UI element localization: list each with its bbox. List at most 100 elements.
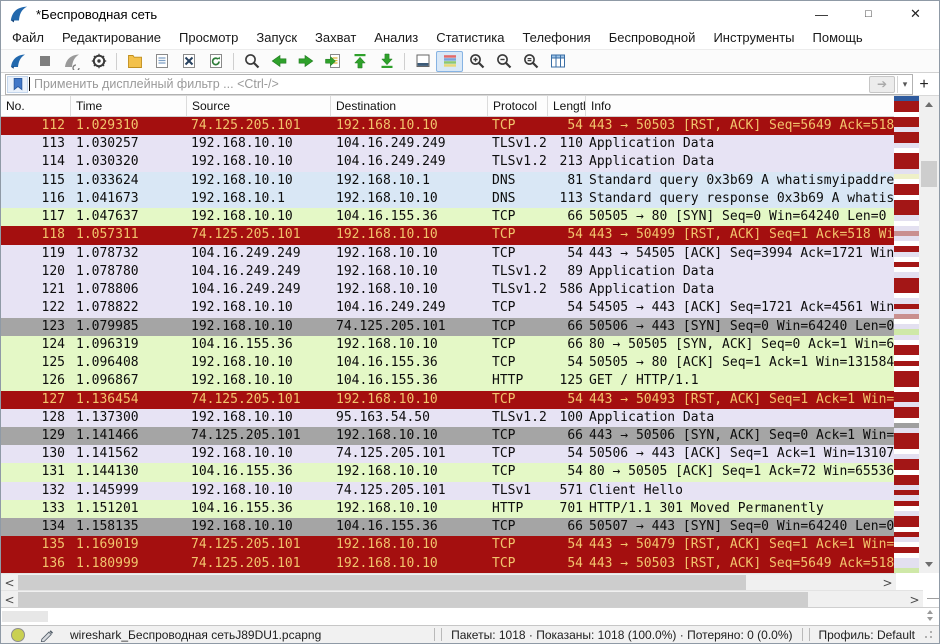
horizontal-scroll-thumb-2[interactable]: [18, 592, 808, 607]
packet-row[interactable]: 1321.145999192.168.10.1074.125.205.101TL…: [1, 482, 894, 500]
maximize-button[interactable]: □: [845, 1, 892, 27]
restart-capture-button[interactable]: [58, 51, 85, 72]
cell-protocol: TCP: [492, 354, 547, 372]
packet-row[interactable]: 1291.14146674.125.205.101192.168.10.10TC…: [1, 427, 894, 445]
find-packet-button[interactable]: [238, 51, 265, 72]
cell-source: 104.16.249.249: [191, 281, 331, 299]
colorize-packets-button[interactable]: [436, 51, 463, 72]
menu-analyze[interactable]: Анализ: [365, 27, 427, 49]
minimize-button[interactable]: —: [798, 1, 845, 27]
resize-columns-button[interactable]: [544, 51, 571, 72]
cell-destination: 192.168.10.10: [336, 391, 486, 409]
apply-filter-button[interactable]: ➔: [869, 76, 895, 93]
menu-go[interactable]: Запуск: [247, 27, 306, 49]
horizontal-scrollbar-2[interactable]: < >: [1, 590, 923, 607]
packet-row[interactable]: 1351.16901974.125.205.101192.168.10.10TC…: [1, 536, 894, 554]
packet-row[interactable]: 1161.041673192.168.10.1192.168.10.10DNS1…: [1, 190, 894, 208]
packet-row[interactable]: 1131.030257192.168.10.10104.16.249.249TL…: [1, 135, 894, 153]
packet-row[interactable]: 1281.137300192.168.10.1095.163.54.50TLSv…: [1, 409, 894, 427]
scroll-down-arrow[interactable]: [919, 556, 939, 573]
filter-dropdown-caret[interactable]: ▾: [897, 76, 912, 93]
add-filter-button[interactable]: +: [913, 74, 935, 95]
menu-view[interactable]: Просмотр: [170, 27, 247, 49]
auto-scroll-icon: [414, 52, 432, 70]
stop-capture-button[interactable]: [31, 51, 58, 72]
column-header-protocol[interactable]: Protocol: [488, 96, 548, 116]
pane-spinner[interactable]: [927, 610, 933, 621]
vertical-scroll-thumb[interactable]: [921, 161, 937, 187]
column-header-time[interactable]: Time: [71, 96, 187, 116]
cell-source: 104.16.155.36: [191, 336, 331, 354]
horizontal-scroll-thumb-1[interactable]: [18, 575, 746, 590]
packet-row[interactable]: 1181.05731174.125.205.101192.168.10.10TC…: [1, 226, 894, 244]
reload-file-button[interactable]: [202, 51, 229, 72]
close-file-button[interactable]: [175, 51, 202, 72]
column-header-length[interactable]: Length: [548, 96, 586, 116]
zoom-in-button[interactable]: [463, 51, 490, 72]
packet-row[interactable]: 1251.096408192.168.10.10104.16.155.36TCP…: [1, 354, 894, 372]
packet-row[interactable]: 1191.078732104.16.249.249192.168.10.10TC…: [1, 245, 894, 263]
column-header-destination[interactable]: Destination: [331, 96, 488, 116]
packet-row[interactable]: 1311.144130104.16.155.36192.168.10.10TCP…: [1, 463, 894, 481]
menu-telephony[interactable]: Телефония: [513, 27, 599, 49]
capture-comment-icon[interactable]: [39, 627, 54, 642]
auto-scroll-button[interactable]: [409, 51, 436, 72]
profile-label[interactable]: Профиль: Default: [813, 628, 922, 642]
packet-row[interactable]: 1121.02931074.125.205.101192.168.10.10TC…: [1, 117, 894, 135]
scroll-right-arrow[interactable]: >: [879, 574, 896, 591]
display-filter-input[interactable]: Применить дисплейный фильтр ... <Ctrl-/>…: [5, 74, 913, 95]
packet-row[interactable]: 1261.096867192.168.10.10104.16.155.36HTT…: [1, 372, 894, 390]
cell-info: Standard query response 0x3b69 A whatism…: [589, 190, 894, 208]
menu-statistics[interactable]: Статистика: [427, 27, 513, 49]
packet-row[interactable]: 1231.079985192.168.10.1074.125.205.101TC…: [1, 318, 894, 336]
save-file-button[interactable]: [148, 51, 175, 72]
spin-down-icon: [927, 617, 933, 621]
resize-grip-icon[interactable]: [923, 629, 933, 641]
go-back-button[interactable]: [265, 51, 292, 72]
vertical-scrollbar[interactable]: [919, 96, 939, 573]
scroll-right-arrow[interactable]: >: [906, 591, 923, 608]
packet-minimap[interactable]: [894, 96, 919, 573]
packet-row[interactable]: 1201.078780104.16.249.249192.168.10.10TL…: [1, 263, 894, 281]
filter-bookmark-button[interactable]: [7, 76, 28, 93]
column-header-info[interactable]: Info: [586, 96, 896, 116]
horizontal-scrollbar-1[interactable]: < >: [1, 573, 896, 590]
scroll-up-arrow[interactable]: [919, 96, 939, 113]
packet-row[interactable]: 1341.158135192.168.10.10104.16.155.36TCP…: [1, 518, 894, 536]
open-file-button[interactable]: [121, 51, 148, 72]
packet-row[interactable]: 1151.033624192.168.10.10192.168.10.1DNS8…: [1, 172, 894, 190]
scroll-left-arrow[interactable]: <: [1, 591, 18, 608]
column-header-source[interactable]: Source: [187, 96, 331, 116]
menu-file[interactable]: Файл: [3, 27, 53, 49]
packet-row[interactable]: 1241.096319104.16.155.36192.168.10.10TCP…: [1, 336, 894, 354]
menu-tools[interactable]: Инструменты: [704, 27, 803, 49]
packet-row[interactable]: 1331.151201104.16.155.36192.168.10.10HTT…: [1, 500, 894, 518]
packet-row[interactable]: 1211.078806104.16.249.249192.168.10.10TL…: [1, 281, 894, 299]
splitter-handle[interactable]: [927, 598, 939, 599]
packet-row[interactable]: 1171.047637192.168.10.10104.16.155.36TCP…: [1, 208, 894, 226]
go-to-bottom-button[interactable]: [373, 51, 400, 72]
go-to-top-button[interactable]: [346, 51, 373, 72]
close-button[interactable]: ✕: [892, 1, 939, 27]
packet-row[interactable]: 1141.030320192.168.10.10104.16.249.249TL…: [1, 153, 894, 171]
zoom-out-button[interactable]: [490, 51, 517, 72]
zoom-original-button[interactable]: [517, 51, 544, 72]
start-capture-button[interactable]: [4, 51, 31, 72]
menu-help[interactable]: Помощь: [804, 27, 872, 49]
menu-wireless[interactable]: Беспроводной: [600, 27, 705, 49]
cell-protocol: TCP: [492, 391, 547, 409]
cell-source: 192.168.10.10: [191, 135, 331, 153]
packet-row[interactable]: 1301.141562192.168.10.1074.125.205.101TC…: [1, 445, 894, 463]
column-header-no[interactable]: No.: [1, 96, 71, 116]
go-forward-button[interactable]: [292, 51, 319, 72]
menu-capture[interactable]: Захват: [306, 27, 365, 49]
packet-row[interactable]: 1361.18099974.125.205.101192.168.10.10TC…: [1, 555, 894, 573]
cell-length: 54: [548, 245, 583, 263]
menu-edit[interactable]: Редактирование: [53, 27, 170, 49]
expert-info-icon[interactable]: [11, 628, 25, 642]
scroll-left-arrow[interactable]: <: [1, 574, 18, 591]
packet-row[interactable]: 1271.13645474.125.205.101192.168.10.10TC…: [1, 391, 894, 409]
packet-row[interactable]: 1221.078822192.168.10.10104.16.249.249TC…: [1, 299, 894, 317]
capture-options-button[interactable]: [85, 51, 112, 72]
go-to-packet-button[interactable]: [319, 51, 346, 72]
